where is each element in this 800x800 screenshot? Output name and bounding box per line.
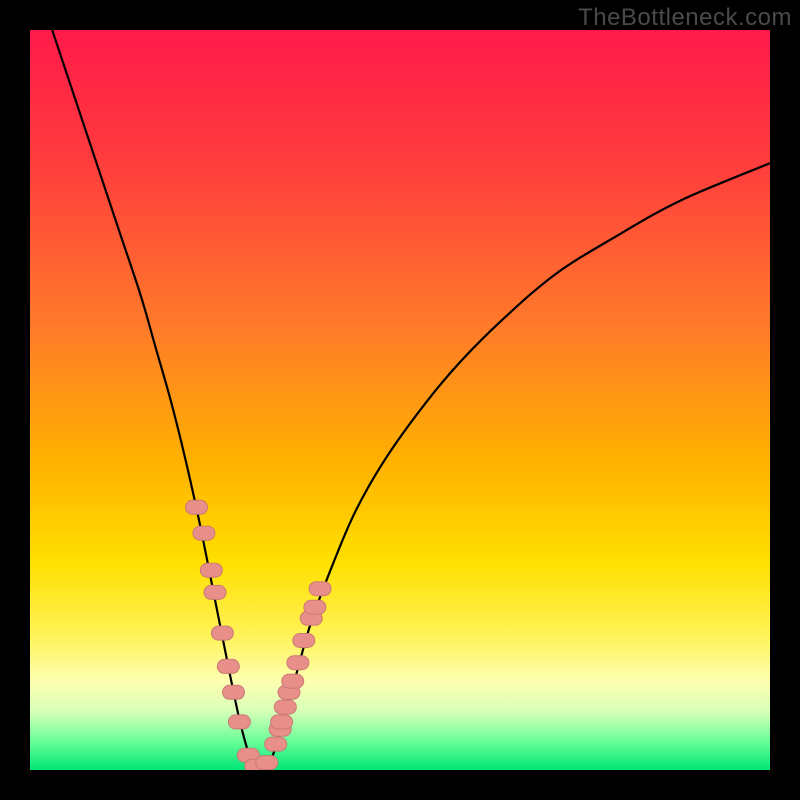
data-marker <box>228 715 250 729</box>
chart-frame: TheBottleneck.com <box>0 0 800 800</box>
data-marker <box>200 563 222 577</box>
data-marker <box>293 634 315 648</box>
data-marker <box>287 656 309 670</box>
data-marker <box>282 674 304 688</box>
data-marker <box>274 700 296 714</box>
curve-layer <box>30 30 770 770</box>
data-marker <box>309 582 331 596</box>
watermark-text: TheBottleneck.com <box>578 4 792 32</box>
plot-area <box>30 30 770 770</box>
data-marker <box>271 715 293 729</box>
data-marker <box>256 756 278 770</box>
data-marker <box>204 585 226 599</box>
data-marker <box>211 626 233 640</box>
data-marker <box>193 526 215 540</box>
marker-group <box>186 500 332 770</box>
data-marker <box>217 659 239 673</box>
data-marker <box>304 600 326 614</box>
data-marker <box>186 500 208 514</box>
data-marker <box>265 737 287 751</box>
data-marker <box>223 685 245 699</box>
bottleneck-curve <box>52 30 770 770</box>
